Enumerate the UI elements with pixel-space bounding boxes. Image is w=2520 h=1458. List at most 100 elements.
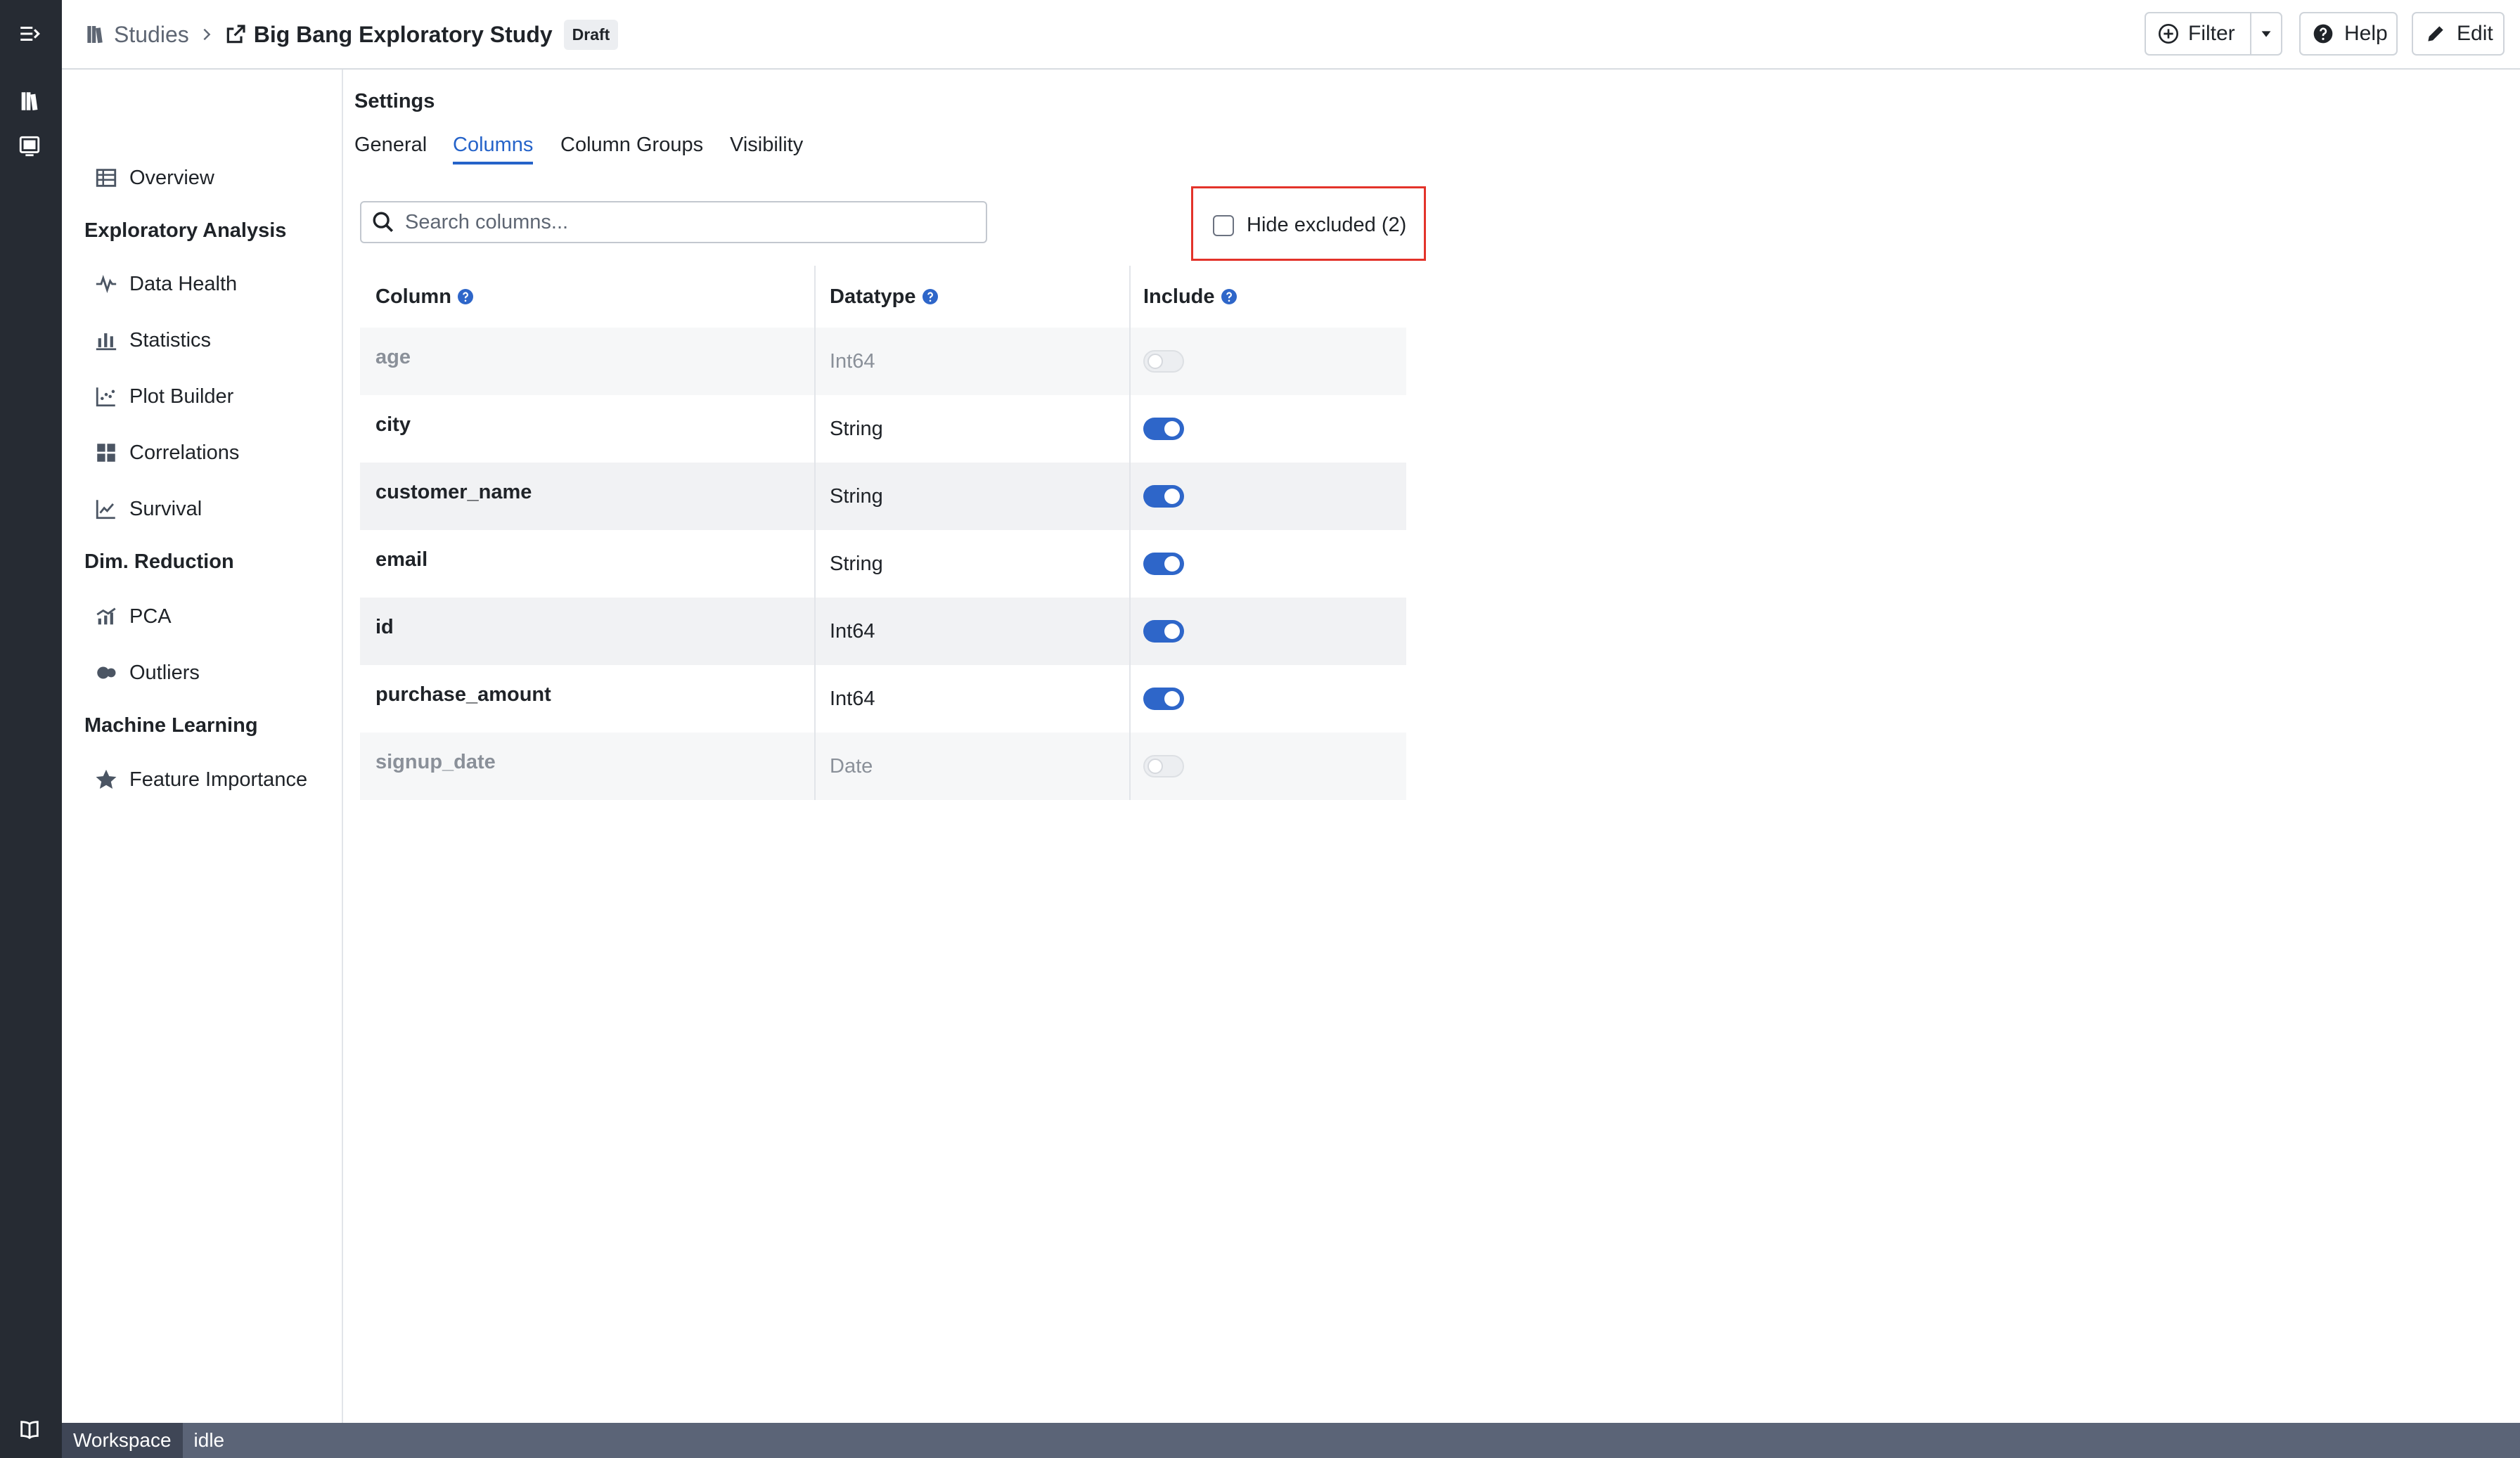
- help-icon[interactable]: [1221, 288, 1238, 305]
- book-icon[interactable]: [14, 1414, 45, 1445]
- cell-column-name: id: [375, 616, 394, 638]
- cell-column-name: age: [375, 346, 411, 368]
- studies-breadcrumb-icon: [84, 23, 105, 46]
- sidebar-section-exploratory-analysis: Exploratory Analysis: [84, 219, 287, 242]
- workspace-label[interactable]: Workspace: [62, 1423, 183, 1458]
- help-button[interactable]: Help: [2299, 12, 2398, 56]
- cell-datatype: Int64: [830, 619, 875, 643]
- help-label: Help: [2344, 22, 2388, 45]
- edit-label: Edit: [2457, 22, 2493, 45]
- sidebar-item-label: Survival: [129, 497, 202, 520]
- search-icon: [373, 212, 394, 233]
- breadcrumb-studies-link[interactable]: Studies: [114, 22, 189, 48]
- sidebar-item-data-health[interactable]: Data Health: [94, 268, 237, 300]
- filter-button[interactable]: Filter: [2146, 13, 2251, 54]
- pulse-icon: [96, 275, 117, 293]
- column-header-include: Include: [1143, 266, 1238, 328]
- outliers-icon: [97, 666, 116, 679]
- sidebar-item-plot-builder[interactable]: Plot Builder: [94, 380, 233, 413]
- cell-datatype: String: [830, 417, 883, 440]
- header-label: Include: [1143, 285, 1215, 308]
- plus-circle-icon: [2157, 22, 2180, 45]
- table-row: city String: [360, 395, 1406, 463]
- columns-table: Column Datatype Include age Int64 city S…: [360, 266, 1406, 800]
- sidebar-item-label: Outliers: [129, 661, 200, 684]
- status-badge: Draft: [563, 19, 619, 50]
- search-input[interactable]: Search columns...: [360, 201, 987, 243]
- filter-dropdown-button[interactable]: [2251, 26, 2281, 41]
- table-row: id Int64: [360, 598, 1406, 665]
- caret-down-icon: [2261, 31, 2271, 37]
- sidebar-item-correlations[interactable]: Correlations: [94, 437, 239, 469]
- hide-excluded-highlight: Hide excluded (2): [1191, 186, 1426, 261]
- sidebar-item-label: Data Health: [129, 272, 238, 295]
- filter-label: Filter: [2188, 22, 2235, 45]
- tab-general[interactable]: General: [354, 134, 427, 157]
- chevron-right-icon: [199, 27, 214, 42]
- workspace-status: idle: [193, 1429, 225, 1451]
- cell-datatype: Int64: [830, 687, 875, 710]
- table-header: Column Datatype Include: [360, 266, 1406, 328]
- sidebar: Overview Exploratory Analysis Data Healt…: [62, 70, 343, 1423]
- table-row: purchase_amount Int64: [360, 665, 1406, 733]
- include-toggle[interactable]: [1143, 665, 1184, 733]
- cell-column-name: purchase_amount: [375, 683, 551, 706]
- sidebar-item-pca[interactable]: PCA: [94, 600, 172, 633]
- header-label: Datatype: [830, 285, 916, 308]
- help-icon[interactable]: [457, 288, 474, 305]
- tab-columns[interactable]: Columns: [453, 134, 533, 157]
- grid-icon: [97, 444, 115, 462]
- menu-toggle-icon[interactable]: [14, 18, 45, 49]
- filter-button-group: Filter: [2145, 12, 2282, 56]
- table-row: email String: [360, 530, 1406, 598]
- include-toggle[interactable]: [1143, 395, 1184, 463]
- sidebar-item-statistics[interactable]: Statistics: [94, 324, 211, 356]
- sidebar-item-overview[interactable]: Overview: [94, 162, 214, 194]
- hide-excluded-label: Hide excluded (2): [1247, 214, 1407, 236]
- column-divider: [814, 266, 816, 800]
- sidebar-item-label: PCA: [129, 605, 172, 628]
- cell-column-name: customer_name: [375, 481, 532, 503]
- sidebar-item-label: Statistics: [129, 328, 212, 351]
- line-chart-icon: [96, 500, 115, 520]
- sidebar-item-label: Overview: [129, 166, 214, 189]
- hide-excluded-checkbox[interactable]: Hide excluded (2): [1213, 214, 1406, 237]
- external-link-icon[interactable]: [224, 23, 247, 46]
- table-row: signup_date Date: [360, 733, 1406, 800]
- include-toggle[interactable]: [1143, 530, 1184, 598]
- monitor-icon[interactable]: [14, 131, 45, 162]
- sidebar-item-survival[interactable]: Survival: [94, 493, 202, 525]
- column-divider: [1129, 266, 1131, 800]
- sidebar-item-label: Correlations: [129, 441, 240, 464]
- include-toggle[interactable]: [1143, 463, 1184, 530]
- app-root: Studies Big Bang Exploratory Study Draft…: [0, 0, 2520, 1458]
- left-rail: [0, 0, 62, 1458]
- search-placeholder: Search columns...: [405, 210, 569, 233]
- pencil-icon: [2424, 22, 2447, 45]
- active-tab-indicator: [453, 162, 533, 164]
- status-bar: Workspace idle: [62, 1423, 2520, 1458]
- include-toggle[interactable]: [1143, 733, 1184, 800]
- sidebar-item-feature-importance[interactable]: Feature Importance: [94, 763, 307, 796]
- cell-datatype: String: [830, 484, 883, 508]
- tab-visibility[interactable]: Visibility: [730, 134, 803, 157]
- include-toggle[interactable]: [1143, 598, 1184, 665]
- edit-button[interactable]: Edit: [2412, 12, 2505, 56]
- sidebar-item-label: Feature Importance: [129, 768, 308, 791]
- help-icon[interactable]: [922, 288, 939, 305]
- include-toggle[interactable]: [1143, 328, 1184, 395]
- column-header-datatype: Datatype: [830, 266, 939, 328]
- sidebar-section-dim-reduction: Dim. Reduction: [84, 550, 234, 573]
- breadcrumb: Studies Big Bang Exploratory Study Draft: [84, 18, 619, 51]
- checkbox[interactable]: [1213, 214, 1234, 236]
- column-header-column: Column: [375, 266, 474, 328]
- study-title: Big Bang Exploratory Study: [253, 21, 553, 47]
- star-icon: [96, 769, 117, 789]
- page-title: Settings: [354, 90, 435, 112]
- studies-icon[interactable]: [14, 86, 45, 117]
- cell-column-name: email: [375, 548, 428, 571]
- table-row: customer_name String: [360, 463, 1406, 530]
- top-header: Studies Big Bang Exploratory Study Draft…: [62, 0, 2520, 70]
- tab-column-groups[interactable]: Column Groups: [560, 134, 703, 157]
- sidebar-item-outliers[interactable]: Outliers: [94, 657, 200, 689]
